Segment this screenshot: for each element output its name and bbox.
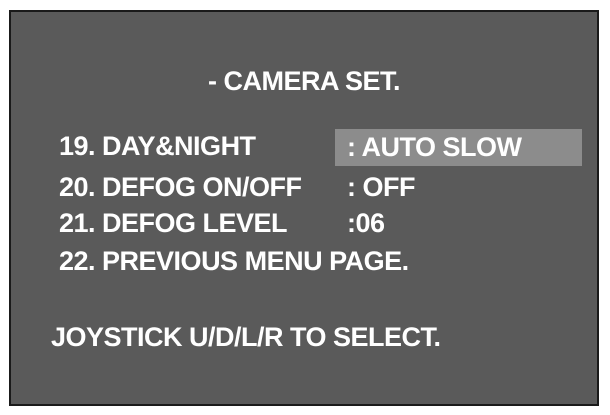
menu-item-defog-level[interactable]: 21. DEFOG LEVEL (59, 210, 288, 237)
menu-item-defog-on-off[interactable]: 20. DEFOG ON/OFF (59, 174, 302, 201)
defog-level-value[interactable]: :06 (347, 210, 385, 237)
defog-on-off-value[interactable]: : OFF (347, 174, 415, 201)
osd-menu-screen: - CAMERA SET. 19. DAY&NIGHT : AUTO SLOW … (9, 10, 599, 406)
menu-item-previous-menu-page[interactable]: 22. PREVIOUS MENU PAGE. (59, 248, 409, 275)
menu-item-day-night[interactable]: 19. DAY&NIGHT (59, 133, 256, 160)
menu-title: - CAMERA SET. (207, 66, 401, 96)
navigation-hint: JOYSTICK U/D/L/R TO SELECT. (51, 322, 441, 352)
day-night-value[interactable]: : AUTO SLOW (335, 129, 582, 166)
